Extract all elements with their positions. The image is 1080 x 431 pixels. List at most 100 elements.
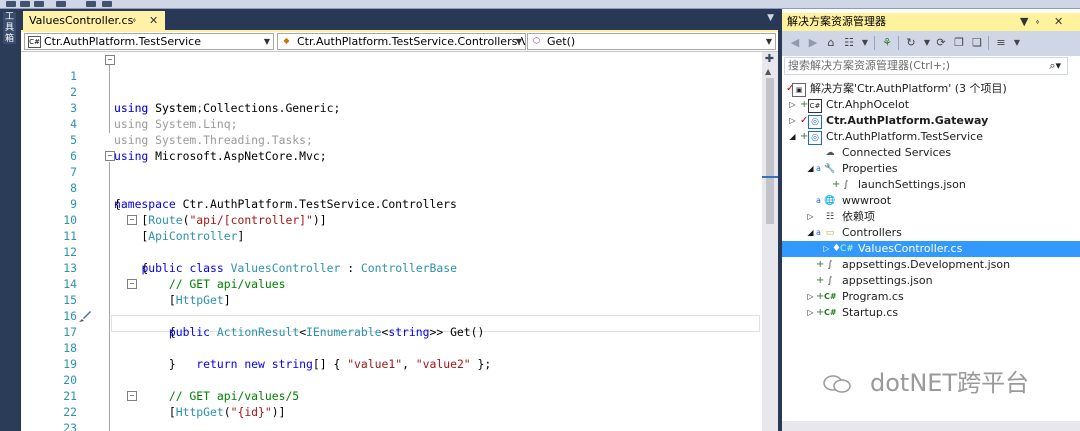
- member-dropdown-value: Get(): [547, 35, 576, 48]
- toolbar-icon[interactable]: [86, 1, 96, 7]
- code-line: 3 using System.Linq;: [21, 84, 762, 131]
- refresh-icon[interactable]: ⟳: [934, 36, 948, 50]
- tree-node-folder[interactable]: ◢ a ▭ Controllers: [782, 225, 1080, 241]
- vertical-scrollbar[interactable]: ✚ ▲: [762, 52, 778, 431]
- code-line: 6: [21, 132, 762, 163]
- collapse-icon[interactable]: −: [127, 215, 137, 225]
- toolbar-separator: [988, 36, 989, 50]
- web-project-icon: ◎: [808, 115, 822, 129]
- csharp-file-icon: C#: [824, 292, 837, 301]
- window-position-dropdown-icon[interactable]: ▼: [1020, 13, 1028, 31]
- expand-arrow-icon[interactable]: ▷: [806, 209, 815, 225]
- forward-icon[interactable]: ▶: [806, 36, 820, 50]
- close-icon[interactable]: ✕: [149, 11, 158, 30]
- collapse-all-icon[interactable]: ❐: [952, 36, 966, 50]
- expand-arrow-icon[interactable]: ▷: [806, 289, 815, 305]
- properties-icon[interactable]: ≡: [994, 36, 1008, 50]
- tree-node-folder[interactable]: a 🌐 wwwroot: [782, 193, 1080, 209]
- home-icon[interactable]: ⌂: [824, 36, 838, 50]
- search-placeholder: 搜索解决方案资源管理器(Ctrl+;): [788, 59, 951, 72]
- solution-icon: ▣: [792, 83, 806, 97]
- chevron-down-icon: ▼: [263, 37, 270, 46]
- code-line: 21 [HttpGet("{id}")]: [21, 372, 762, 419]
- pending-changes-filter-icon[interactable]: ⚘: [880, 36, 894, 50]
- toolbar-icon[interactable]: [56, 1, 66, 7]
- chevron-down-icon: ▼: [515, 37, 522, 46]
- csharp-file-icon: C#: [840, 244, 854, 254]
- horizontal-scrollbar[interactable]: [782, 421, 1080, 431]
- tree-node-item[interactable]: ☁ Connected Services: [782, 145, 1080, 161]
- expand-arrow-icon[interactable]: ▷: [788, 113, 797, 129]
- tree-node-project[interactable]: ▷ + C# Ctr.AhphOcelot: [782, 97, 1080, 113]
- code-line: 2 using System.Collections.Generic;: [21, 68, 762, 115]
- code-line: 1 − using System;: [21, 52, 762, 115]
- tab-overflow-dropdown-icon[interactable]: ▼: [767, 13, 774, 23]
- collapse-icon[interactable]: −: [127, 279, 137, 289]
- code-line: 23 {: [21, 404, 762, 431]
- csharp-project-icon: C#: [28, 36, 41, 48]
- menu-strip: [0, 0, 1080, 9]
- collapse-icon[interactable]: −: [105, 151, 115, 161]
- collapse-arrow-icon[interactable]: ◢: [788, 129, 797, 145]
- search-icon[interactable]: ⌕▾: [1049, 58, 1061, 74]
- split-window-icon[interactable]: ✚: [764, 53, 775, 64]
- watermark-text: dotNET跨平台: [870, 369, 1030, 397]
- type-dropdown[interactable]: ◆ Ctr.AuthPlatform.TestService.Controlle…: [277, 33, 526, 50]
- expand-arrow-icon[interactable]: ▷: [822, 241, 831, 257]
- show-all-files-icon[interactable]: ❑: [970, 36, 984, 50]
- code-text-area[interactable]: 1 − using System; 2 using System.Collect…: [21, 52, 762, 431]
- tree-node-file[interactable]: ▷ + C# Program.cs: [782, 289, 1080, 305]
- collapse-arrow-icon[interactable]: ◢: [806, 225, 815, 241]
- code-line: 12 {: [21, 228, 762, 275]
- project-dropdown[interactable]: C# Ctr.AuthPlatform.TestService ▼: [24, 33, 274, 50]
- pin-icon[interactable]: ⬫: [133, 11, 136, 30]
- tree-node-folder[interactable]: ◢ a 🔧 Properties: [782, 161, 1080, 177]
- tree-node-file-selected[interactable]: ▷ ♦ C# ValuesController.cs: [782, 241, 1080, 257]
- toolbar-icon[interactable]: [6, 1, 16, 7]
- tree-node-solution[interactable]: ✓ ▣ 解决方案'Ctr.AuthPlatform' (3 个项目): [782, 81, 1080, 97]
- folder-icon: ▭: [825, 228, 835, 238]
- tree-node-folder[interactable]: ▷ ☷ 依赖项: [782, 209, 1080, 225]
- toolbar-icon[interactable]: [20, 1, 30, 7]
- code-line: 16 {: [21, 292, 762, 339]
- chevron-down-icon[interactable]: ▼: [858, 36, 872, 50]
- collapse-arrow-icon[interactable]: ◢: [806, 161, 815, 177]
- solution-search-box[interactable]: 搜索解决方案资源管理器(Ctrl+;) ⌕▾: [784, 57, 1068, 75]
- lock-icon: a: [816, 228, 821, 237]
- navigation-bar: C# Ctr.AuthPlatform.TestService ▼ ◆ Ctr.…: [21, 32, 778, 52]
- chevron-down-icon: ▼: [765, 37, 772, 46]
- document-tab-valuescontroller[interactable]: ValuesController.cs ⬫ ✕: [23, 11, 165, 30]
- tree-node-file[interactable]: + ∫ appsettings.Development.json: [782, 257, 1080, 273]
- toolbar-icon[interactable]: [34, 1, 44, 7]
- toolbox-tab[interactable]: 工具箱: [3, 12, 16, 44]
- panel-title: 解决方案资源管理器: [787, 15, 886, 28]
- switch-views-icon[interactable]: ☷: [842, 36, 856, 50]
- collapse-icon[interactable]: −: [127, 391, 137, 401]
- quick-actions-brush-icon[interactable]: [78, 309, 92, 323]
- chevron-down-icon[interactable]: ▼: [1010, 36, 1024, 50]
- tree-node-file[interactable]: + ∫ launchSettings.json: [782, 177, 1080, 193]
- collapse-icon[interactable]: −: [105, 55, 115, 65]
- csharp-project-icon: C#: [808, 99, 822, 113]
- tree-node-file[interactable]: ▷ + C# Startup.cs: [782, 305, 1080, 321]
- member-dropdown[interactable]: ⬡ Get() ▼: [527, 33, 776, 50]
- toolbar-separator: [898, 36, 899, 50]
- tree-node-file[interactable]: + ∫ appsettings.json: [782, 273, 1080, 289]
- toolbar-icon[interactable]: [102, 1, 112, 7]
- auto-hide-pin-icon[interactable]: ⬫: [1036, 13, 1039, 31]
- expand-arrow-icon[interactable]: ▷: [806, 305, 815, 321]
- method-icon: ⬡: [533, 36, 540, 45]
- tree-node-project[interactable]: ▷ ✓ ◎ Ctr.AuthPlatform.Gateway: [782, 113, 1080, 129]
- scrollbar-thumb[interactable]: [766, 78, 774, 224]
- lock-icon: a: [816, 164, 821, 173]
- tree-node-project[interactable]: ◢ + ◎ Ctr.AuthPlatform.TestService: [782, 129, 1080, 145]
- close-icon[interactable]: ✕: [1054, 13, 1063, 31]
- sync-with-document-icon[interactable]: ↻: [904, 36, 918, 50]
- back-icon[interactable]: ◀: [788, 36, 802, 50]
- scroll-up-arrow-icon[interactable]: ▲: [765, 67, 771, 76]
- chevron-down-icon[interactable]: ▼: [920, 36, 934, 50]
- web-project-icon: ◎: [808, 131, 822, 145]
- expand-arrow-icon[interactable]: ▷: [788, 97, 797, 113]
- code-line: 9 [Route("api/[controller]")]: [21, 180, 762, 227]
- dependencies-icon: ☷: [825, 212, 835, 222]
